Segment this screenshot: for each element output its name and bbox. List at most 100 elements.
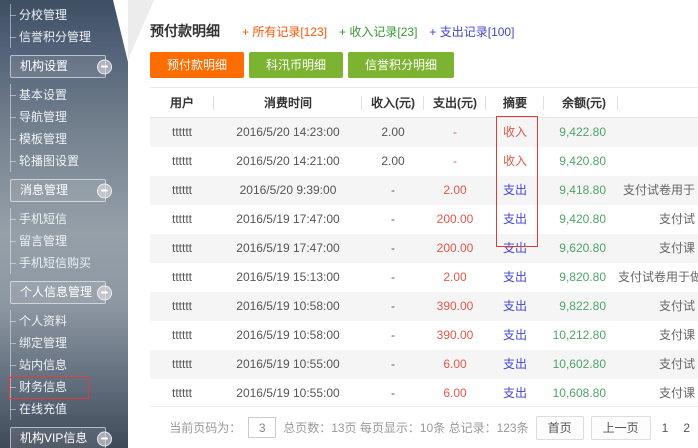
pagination-bar: 当前页码为： 总页数：13页 每页显示：10条 总记录：123条 首页 上一页 … [150,406,698,448]
col-header-time: 消费时间 [214,88,362,118]
sidebar-item-guestbook-mgmt[interactable]: 留言管理 [10,230,128,252]
sidebar-group-top: 分校管理 信誉积分管理 [10,4,128,48]
current-page-input[interactable] [248,417,277,438]
sidebar-item-sms-purchase[interactable]: 手机短信购买 [10,252,128,274]
table-row: tttttt 2016/5/19 10:58:00 - 390.00 支出 9,… [150,292,698,321]
cell-note: 支付试 [658,299,695,313]
cell-summary[interactable]: 支出 [486,176,544,205]
col-header-user: 用户 [150,88,214,118]
cell-time: 2016/5/19 15:13:00 [236,270,340,284]
sidebar-section-personal-info[interactable]: 个人信息管理 [10,281,112,304]
titlebar: 预付款明细 + 所有记录[123] + 收入记录[23] + 支出记录[100] [150,22,698,40]
sidebar-group-message-mgmt: 手机短信 留言管理 手机短信购买 [10,208,128,274]
table-header-row: 用户 消费时间 收入(元) 支出(元) 摘要 余额(元) [150,88,698,118]
cell-time: 2016/5/19 10:58:00 [236,328,340,342]
cell-expense: - [453,154,457,168]
cell-expense: 6.00 [443,357,467,371]
table-row: tttttt 2016/5/20 9:39:00 - 2.00 支出 9,418… [150,176,698,205]
cell-summary[interactable]: 支出 [486,234,544,263]
sidebar-section-label: 机构VIP信息 [20,431,88,445]
collapse-minus-icon[interactable] [97,59,112,74]
main-content: 预付款明细 + 所有记录[123] + 收入记录[23] + 支出记录[100]… [128,0,698,448]
sidebar-item-carousel-settings[interactable]: 轮播图设置 [10,150,128,172]
sidebar-section-label: 消息管理 [20,183,69,197]
sidebar-section-org-vip-info[interactable]: 机构VIP信息 [10,427,112,448]
page-number-1[interactable]: 1 [658,421,673,435]
cell-user: tttttt [171,241,192,255]
sidebar-section-label: 机构设置 [20,59,69,73]
page-title: 预付款明细 [150,23,220,39]
cell-balance: 9,822.80 [559,299,606,313]
cell-note: 支付课 [658,386,695,400]
table-row: tttttt 2016/5/19 17:47:00 - 200.00 支出 9,… [150,234,698,263]
cell-balance: 9,422.80 [559,125,606,139]
cell-note: 支付试 [658,212,695,226]
sidebar-section-label: 个人信息管理 [20,285,93,299]
cell-expense: 2.00 [443,270,467,284]
prev-page-button[interactable]: 上一页 [590,415,651,440]
tab-credit-points-detail[interactable]: 信誉积分明细 [348,52,455,78]
first-page-button[interactable]: 首页 [535,415,584,440]
sidebar-item-binding-mgmt[interactable]: 绑定管理 [10,332,128,354]
cell-summary[interactable]: 支出 [486,379,544,408]
detail-tabs: 预付款明细 科汛币明细 信誉积分明细 [150,52,698,78]
cell-income: - [391,241,395,255]
cell-summary[interactable]: 支出 [486,350,544,379]
cell-user: tttttt [171,299,192,313]
cell-expense: 200.00 [436,212,474,226]
cell-balance: 9,420.80 [559,154,606,168]
table-row: tttttt 2016/5/19 10:58:00 - 390.00 支出 10… [150,321,698,350]
col-header-balance: 余额(元) [544,88,618,118]
cell-summary[interactable]: 支出 [486,321,544,350]
sidebar-group-org-settings: 基本设置 导航管理 模板管理 轮播图设置 [10,84,128,172]
cell-summary[interactable]: 支出 [486,292,544,321]
cell-note: 支付试卷用于做试 [618,270,698,284]
tab-kexun-coin-detail[interactable]: 科汛币明细 [249,52,344,78]
cell-summary[interactable]: 收入 [486,118,544,147]
cell-summary[interactable]: 支出 [486,263,544,292]
cell-income: - [391,183,395,197]
sidebar-item-sms[interactable]: 手机短信 [10,208,128,230]
col-header-income: 收入(元) [362,88,424,118]
collapse-minus-icon[interactable] [97,431,112,446]
cell-note: 支付课 [658,241,695,255]
cell-income: - [391,328,395,342]
cell-user: tttttt [171,270,192,284]
cell-user: tttttt [171,328,192,342]
cell-income: - [391,270,395,284]
income-records-link[interactable]: + 收入记录[23] [339,23,417,40]
sidebar-item-credit-points-mgmt[interactable]: 信誉积分管理 [10,26,128,48]
sidebar-item-online-recharge[interactable]: 在线充值 [10,398,128,420]
cell-income: - [391,212,395,226]
expense-records-link[interactable]: + 支出记录[100] [429,23,514,40]
sidebar-item-template-mgmt[interactable]: 模板管理 [10,128,128,150]
cell-summary[interactable]: 支出 [486,205,544,234]
cell-income: - [391,357,395,371]
collapse-minus-icon[interactable] [97,183,112,198]
cell-income: 2.00 [381,125,405,139]
cell-balance: 9,418.80 [559,183,606,197]
cell-time: 2016/5/20 14:23:00 [236,125,340,139]
cell-expense: 390.00 [436,299,474,313]
sidebar-section-org-settings[interactable]: 机构设置 [10,55,112,78]
cell-summary[interactable]: 收入 [486,147,544,176]
sidebar-item-basic-settings[interactable]: 基本设置 [10,84,128,106]
cell-expense: 2.00 [443,183,467,197]
cell-income: 2.00 [381,154,405,168]
sidebar-item-site-messages[interactable]: 站内信息 [10,354,128,376]
sidebar-item-branch-mgmt[interactable]: 分校管理 [10,4,128,26]
sidebar-item-profile[interactable]: 个人资料 [10,310,128,332]
sidebar-item-financial-info[interactable]: 财务信息 [9,376,128,399]
table-row: tttttt 2016/5/19 10:55:00 - 6.00 支出 10,6… [150,379,698,408]
page-number-2[interactable]: 2 [679,421,694,435]
cell-time: 2016/5/19 17:47:00 [236,241,340,255]
sidebar-section-message-mgmt[interactable]: 消息管理 [10,179,112,202]
cell-time: 2016/5/19 17:47:00 [236,212,340,226]
all-records-link[interactable]: + 所有记录[123] [242,23,327,40]
sidebar-item-nav-mgmt[interactable]: 导航管理 [10,106,128,128]
collapse-minus-icon[interactable] [97,285,112,300]
cell-user: tttttt [171,154,192,168]
cell-expense: 6.00 [443,386,467,400]
tab-prepayment-detail[interactable]: 预付款明细 [150,52,245,78]
cell-expense: - [453,125,457,139]
